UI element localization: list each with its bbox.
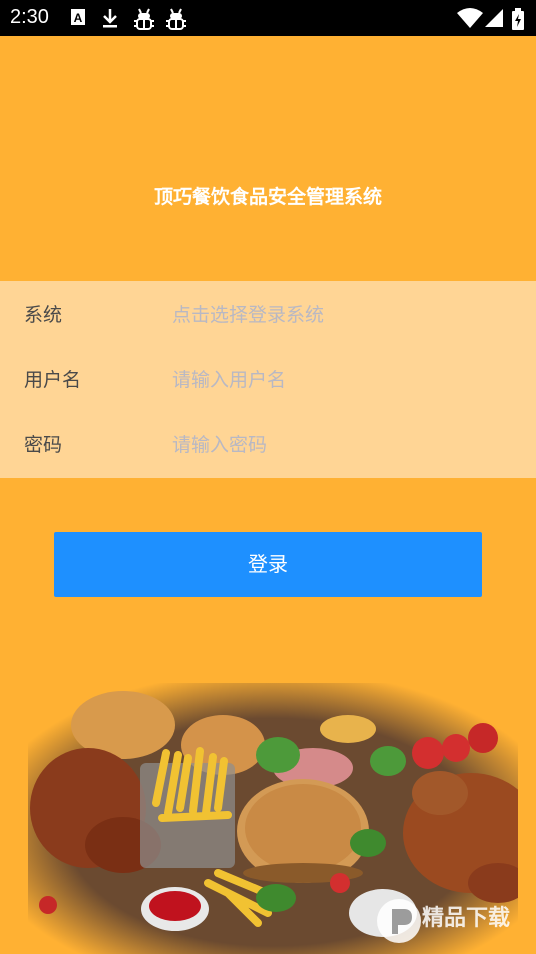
app-header: 顶巧餐饮食品安全管理系统 [0, 36, 536, 281]
bug-icon [166, 8, 186, 30]
svg-text:A: A [74, 11, 83, 25]
signal-icon [485, 9, 503, 27]
watermark-text: 精品下载 [422, 906, 511, 931]
username-input[interactable]: 请输入用户名 [172, 365, 286, 392]
login-form: 系统 点击选择登录系统 用户名 请输入用户名 密码 请输入密码 [0, 281, 536, 478]
status-bar: 2:30 A [0, 0, 536, 36]
status-time: 2:30 [10, 6, 49, 28]
app-title: 顶巧餐饮食品安全管理系统 [153, 186, 382, 208]
password-input[interactable]: 请输入密码 [172, 430, 267, 457]
username-row: 用户名 请输入用户名 [0, 346, 536, 410]
download-icon [103, 9, 117, 28]
bug-icon [134, 8, 154, 30]
watermark-logo-icon [377, 899, 421, 943]
password-label: 密码 [24, 434, 63, 456]
wifi-icon [457, 8, 483, 28]
battery-icon [512, 8, 524, 30]
system-label: 系统 [24, 304, 63, 326]
password-row: 密码 请输入密码 [0, 411, 536, 475]
system-select[interactable]: 点击选择登录系统 [172, 300, 324, 327]
login-button[interactable]: 登录 [54, 532, 482, 597]
system-select-row[interactable]: 系统 点击选择登录系统 [0, 281, 536, 345]
username-label: 用户名 [24, 369, 82, 391]
a-icon: A [71, 9, 85, 25]
